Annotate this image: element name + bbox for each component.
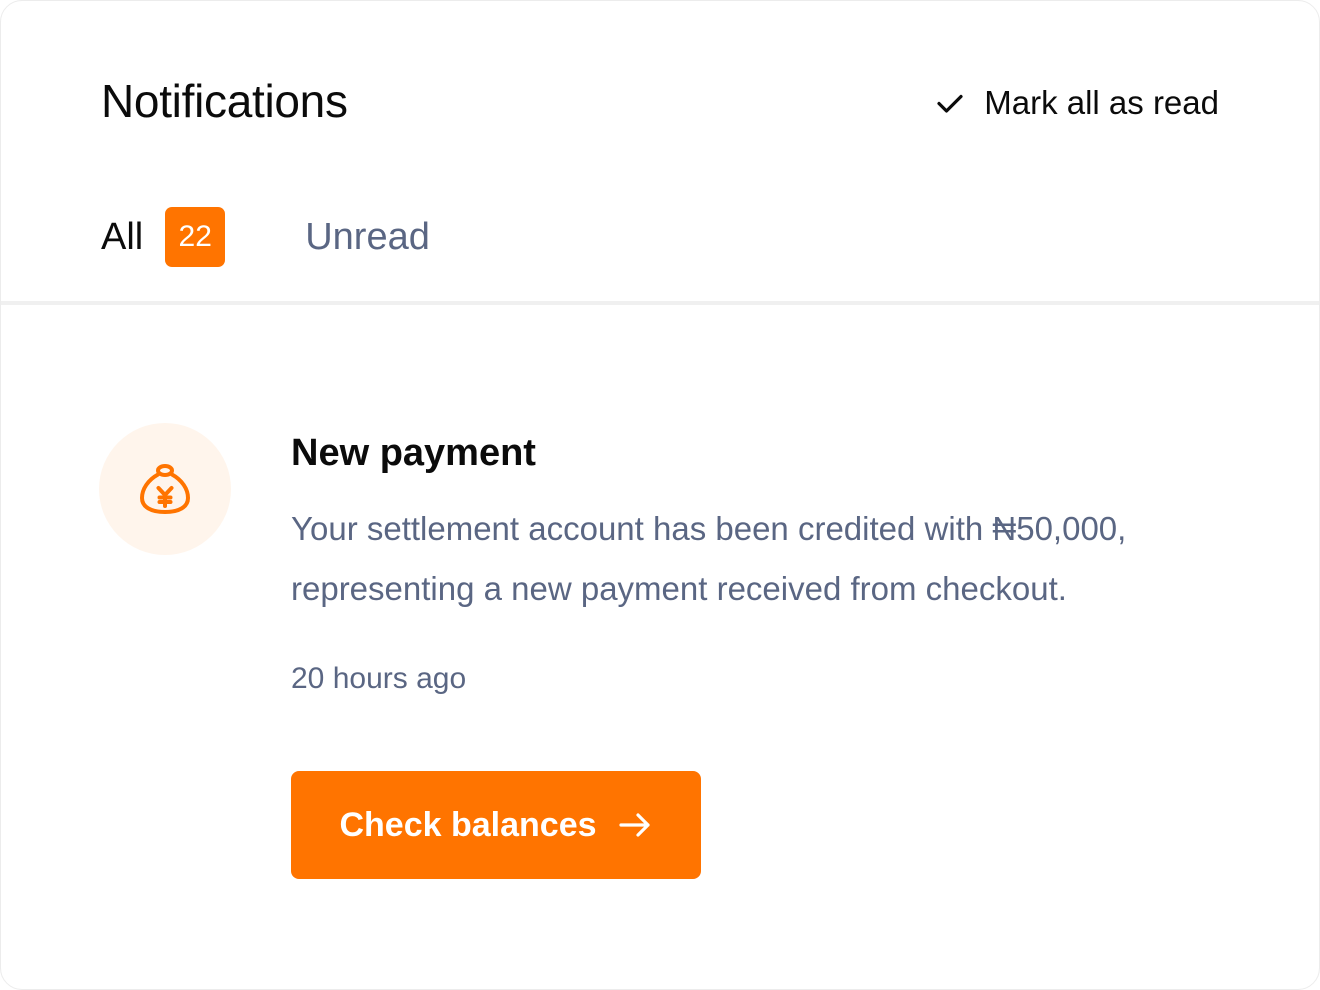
mark-all-as-read-button[interactable]: Mark all as read [934,83,1219,123]
notification-timestamp: 20 hours ago [291,662,467,695]
arrow-right-icon [618,813,650,837]
money-bag-yen-icon [140,464,190,514]
notification-tabs: All 22 Unread [101,201,430,273]
tab-unread[interactable]: Unread [305,214,430,260]
mark-all-as-read-label: Mark all as read [984,84,1219,121]
page-title: Notifications [101,75,348,127]
tab-all-label: All [101,216,144,258]
notification-avatar [99,423,231,555]
tabs-divider [1,301,1319,305]
notifications-header: Notifications Mark all as read [101,71,1219,133]
notifications-panel: Notifications Mark all as read All 22 Un… [0,0,1320,990]
check-balances-button[interactable]: Check balances [291,771,701,879]
check-balances-label: Check balances [339,806,597,844]
count-badge: 22 [165,207,226,267]
notification-content: New payment Your settlement account has … [291,423,1211,879]
tab-all[interactable]: All 22 [101,207,226,267]
check-icon [937,94,963,113]
notification-message: Your settlement account has been credite… [291,510,1127,607]
notification-title: New payment [291,432,536,474]
